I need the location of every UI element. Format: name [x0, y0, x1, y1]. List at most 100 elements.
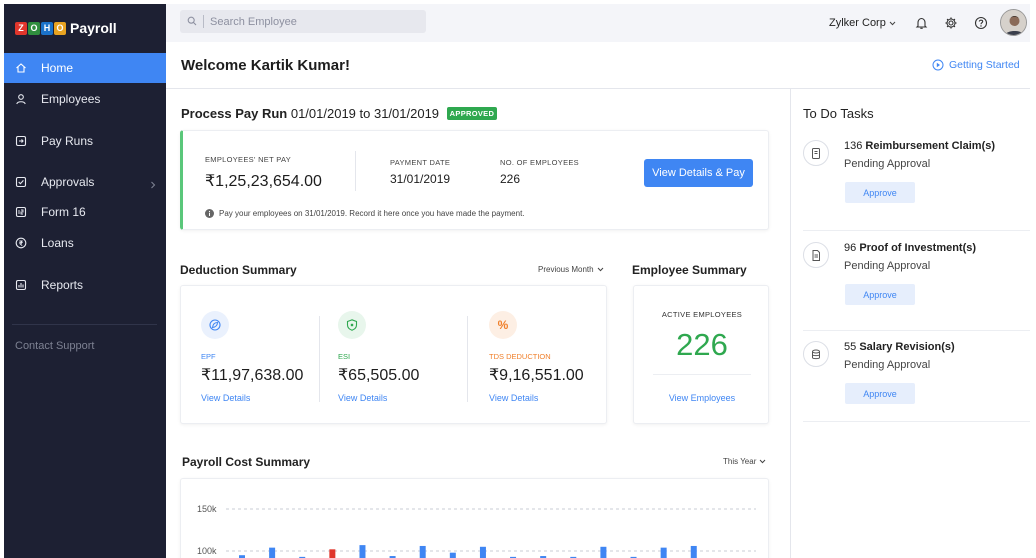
pay-run-card: EMPLOYEES' NET PAY ₹1,25,23,654.00 PAYME…	[180, 130, 769, 230]
sidebar-item-pay-runs[interactable]: Pay Runs	[4, 126, 166, 156]
active-employees-label: ACTIVE EMPLOYEES	[661, 310, 743, 319]
payroll-cost-card: 150k 100k	[180, 478, 769, 558]
gear-icon[interactable]	[943, 15, 959, 31]
shield-icon	[338, 311, 366, 339]
deduction-amount: ₹9,16,551.00	[489, 367, 584, 384]
sidebar-item-label: Loans	[41, 236, 74, 250]
search-input[interactable]	[210, 15, 410, 28]
chart-bar[interactable]	[660, 547, 667, 558]
view-details-pay-button[interactable]: View Details & Pay	[644, 159, 753, 187]
search-box[interactable]	[180, 10, 426, 33]
info-icon	[205, 209, 214, 218]
chart-bar[interactable]	[329, 549, 336, 558]
user-avatar[interactable]	[1000, 9, 1027, 36]
deduction-summary-card: EPF ₹11,97,638.00 View Details ESI ₹65,5…	[180, 285, 607, 424]
task-status: Pending Approval	[844, 158, 931, 170]
logo-letter-o: O	[28, 21, 40, 35]
deduction-name: TDS DEDUCTION	[489, 352, 551, 361]
deduction-epf: EPF ₹11,97,638.00 View Details	[201, 286, 331, 425]
task-name: Salary Revision(s)	[859, 341, 955, 353]
deduction-tds: % TDS DEDUCTION ₹9,16,551.00 View Detail…	[489, 286, 619, 425]
checkbox-icon	[15, 176, 27, 188]
leaf-icon	[201, 311, 229, 339]
payroll-cost-period-dropdown[interactable]: This Year	[723, 457, 766, 466]
y-tick-label: 150k	[197, 504, 217, 514]
chart-bar[interactable]	[690, 545, 697, 558]
deduction-separator	[467, 316, 468, 402]
sidebar-item-label: Pay Runs	[41, 134, 94, 148]
receipt-icon	[803, 140, 829, 166]
task-heading: 55 Salary Revision(s)	[844, 341, 955, 353]
chevron-down-icon	[759, 459, 766, 464]
welcome-heading: Welcome Kartik Kumar!	[181, 57, 350, 74]
pay-run-note: Pay your employees on 31/01/2019. Record…	[205, 209, 525, 218]
pay-run-separator	[355, 151, 356, 191]
approve-reimbursement-button[interactable]: Approve	[845, 182, 915, 203]
organization-name: Zylker Corp	[829, 17, 886, 29]
task-count: 96	[844, 242, 857, 254]
deduction-summary-title: Deduction Summary	[180, 263, 297, 277]
column-divider	[790, 89, 791, 558]
payment-date-value: 31/01/2019	[390, 172, 451, 186]
sidebar-item-home[interactable]: Home	[4, 53, 166, 83]
search-separator	[203, 15, 204, 28]
deduction-period-dropdown[interactable]: Previous Month	[538, 265, 604, 274]
sidebar-divider	[12, 324, 157, 325]
employee-summary-separator	[653, 374, 751, 375]
deduction-name: ESI	[338, 352, 351, 361]
bell-icon[interactable]	[913, 15, 929, 31]
chart-bar[interactable]	[419, 545, 426, 558]
approve-salary-revision-button[interactable]: Approve	[845, 383, 915, 404]
sidebar-item-loans[interactable]: Loans	[4, 228, 166, 258]
todo-title: To Do Tasks	[803, 106, 874, 121]
sidebar-item-label: Home	[41, 61, 74, 75]
logo-letter-z: Z	[15, 21, 27, 35]
task-count: 55	[844, 341, 857, 353]
zoho-logo[interactable]: Z O H O Payroll	[15, 18, 117, 38]
play-icon	[932, 59, 944, 71]
payroll-cost-period-label: This Year	[723, 457, 757, 466]
help-icon[interactable]	[973, 15, 989, 31]
deduction-amount: ₹11,97,638.00	[201, 367, 304, 384]
chart-bar[interactable]	[449, 552, 456, 558]
sidebar: Z O H O Payroll Home Employees Pay Runs …	[4, 4, 166, 558]
top-bar: Zylker Corp	[166, 4, 1030, 42]
employee-summary-title: Employee Summary	[632, 263, 747, 277]
form-icon	[15, 206, 27, 218]
contact-support-link[interactable]: Contact Support	[15, 340, 95, 352]
deduction-name: EPF	[201, 352, 216, 361]
chart-bar[interactable]	[600, 546, 607, 558]
y-tick-label: 100k	[197, 546, 217, 556]
sidebar-item-employees[interactable]: Employees	[4, 84, 166, 114]
percent-icon: %	[489, 311, 517, 339]
pay-run-period: 01/01/2019 to 31/01/2019	[290, 106, 440, 121]
deduction-amount: ₹65,505.00	[338, 367, 420, 384]
payroll-cost-chart: 150k 100k	[197, 504, 756, 558]
net-pay-label: EMPLOYEES' NET PAY	[205, 155, 292, 164]
chart-bar[interactable]	[479, 546, 486, 558]
payrun-icon	[15, 135, 27, 147]
epf-view-details-link[interactable]: View Details	[201, 393, 250, 403]
net-pay-value: ₹1,25,23,654.00	[205, 173, 322, 190]
tds-view-details-link[interactable]: View Details	[489, 393, 538, 403]
task-heading: 136 Reimbursement Claim(s)	[844, 140, 995, 152]
app-name: Payroll	[70, 20, 117, 36]
active-employees-count: 226	[676, 327, 728, 362]
sidebar-item-form-16[interactable]: Form 16	[4, 197, 166, 227]
employees-count-label: NO. OF EMPLOYEES	[500, 158, 579, 167]
esi-view-details-link[interactable]: View Details	[338, 393, 387, 403]
view-employees-link[interactable]: View Employees	[634, 393, 770, 403]
sidebar-item-reports[interactable]: Reports	[4, 270, 166, 300]
chevron-down-icon	[597, 267, 604, 272]
chart-bar[interactable]	[269, 547, 276, 558]
approve-investment-button[interactable]: Approve	[845, 284, 915, 305]
task-divider	[803, 421, 1030, 422]
chart-icon	[15, 279, 27, 291]
sidebar-item-approvals[interactable]: Approvals	[4, 167, 166, 197]
getting-started-link[interactable]: Getting Started	[932, 59, 1020, 71]
header-divider	[166, 88, 1030, 89]
organization-switcher[interactable]: Zylker Corp	[829, 17, 896, 29]
chart-bar[interactable]	[359, 545, 366, 558]
rupee-icon	[15, 237, 27, 249]
coins-icon	[803, 341, 829, 367]
